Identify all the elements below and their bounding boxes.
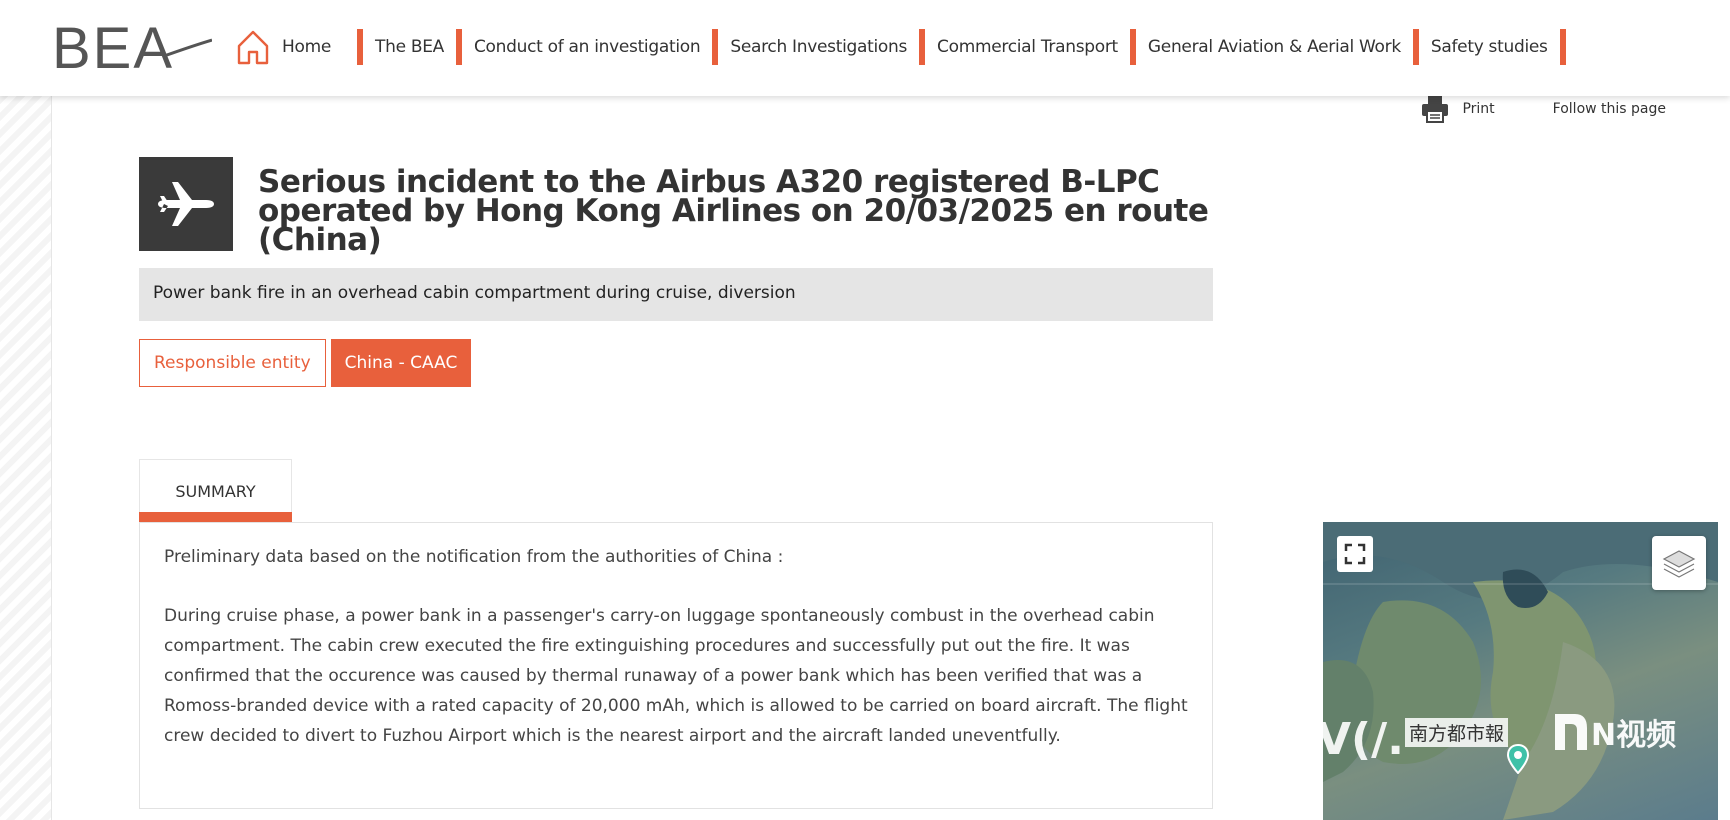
responsible-entity-value[interactable]: China - CAAC [330, 339, 472, 387]
fullscreen-button[interactable] [1337, 536, 1373, 572]
nav-conduct-investigation[interactable]: Conduct of an investigation [474, 24, 701, 70]
location-pin-icon[interactable] [1507, 744, 1529, 774]
side-decorative-strip [0, 96, 52, 820]
site-header: BEA Home The BEA Conduct of an investiga… [0, 0, 1730, 96]
airplane-icon [158, 182, 214, 226]
category-icon-box [139, 157, 233, 251]
nav-separator [712, 29, 719, 65]
nav-separator [1559, 29, 1566, 65]
newspaper-watermark: 南方都市報 [1405, 718, 1509, 747]
video-watermark-logo: V(/. [1323, 714, 1404, 765]
follow-page-link[interactable]: Follow this page [1553, 101, 1666, 117]
n-video-watermark-text: N视频 [1591, 718, 1677, 753]
nav-the-bea[interactable]: The BEA [375, 24, 444, 70]
summary-intro: Preliminary data based on the notificati… [164, 547, 784, 567]
print-icon[interactable] [1420, 94, 1450, 124]
tab-active-indicator [139, 512, 292, 522]
n-video-watermark: N视频 [1551, 708, 1676, 756]
print-link[interactable]: Print [1462, 101, 1494, 117]
nav-home[interactable]: Home [236, 24, 331, 70]
summary-body: During cruise phase, a power bank in a p… [164, 606, 1188, 746]
responsible-entity-label: Responsible entity [139, 339, 326, 387]
layers-icon [1662, 550, 1696, 578]
page-title: Serious incident to the Airbus A320 regi… [258, 164, 1209, 258]
nav-separator [357, 29, 364, 65]
summary-panel: Preliminary data based on the notificati… [139, 522, 1213, 809]
nav-separator [1412, 29, 1419, 65]
layers-button[interactable] [1652, 536, 1706, 590]
bea-logo[interactable]: BEA [52, 18, 212, 74]
nav-separator [455, 29, 462, 65]
nav-home-label: Home [282, 37, 332, 57]
nav-separator [919, 29, 926, 65]
fullscreen-icon [1344, 543, 1366, 565]
nav-commercial-transport[interactable]: Commercial Transport [937, 24, 1118, 70]
home-icon [237, 30, 269, 65]
page-toolbar: Print Follow this page [1420, 94, 1666, 124]
page-subtitle: Power bank fire in an overhead cabin com… [139, 268, 1213, 321]
logo-text: BEA [52, 18, 174, 74]
main-navigation: Home The BEA Conduct of an investigation… [236, 24, 1578, 70]
nav-search-investigations[interactable]: Search Investigations [730, 24, 907, 70]
nav-safety-studies[interactable]: Safety studies [1431, 24, 1548, 70]
nav-separator [1129, 29, 1136, 65]
n-video-logo-icon [1555, 714, 1587, 750]
location-map[interactable]: V(/. 南方都市報 N视频 [1323, 522, 1718, 820]
nav-general-aviation[interactable]: General Aviation & Aerial Work [1148, 24, 1401, 70]
responsible-entity: Responsible entity China - CAAC [139, 339, 472, 387]
